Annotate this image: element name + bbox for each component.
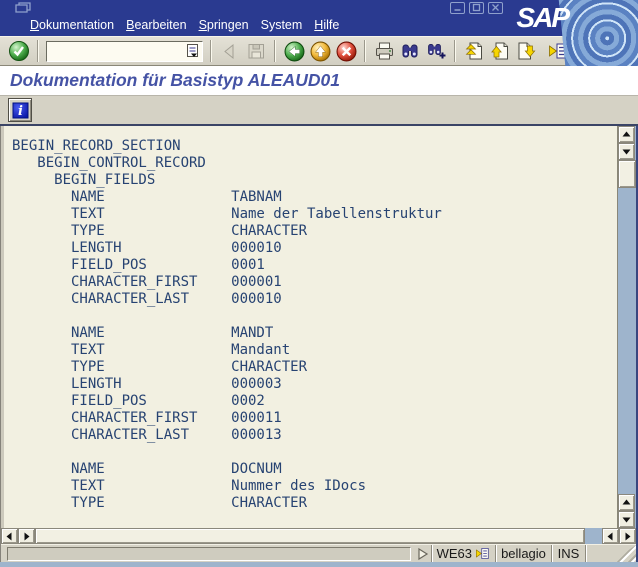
window-controls <box>450 1 503 14</box>
menu-hilfe[interactable]: Hilfe <box>308 16 345 34</box>
scroll-left-icon[interactable] <box>602 528 619 544</box>
menu-bar: Dokumentation Bearbeiten Springen System Hil… <box>0 15 638 36</box>
body-wrap: BEGIN_RECORD_SECTION BEGIN_CONTROL_RECOR… <box>0 126 638 562</box>
status-blank-cell <box>585 545 611 562</box>
toolbar-separator <box>37 40 39 62</box>
find-button[interactable] <box>397 38 423 64</box>
horizontal-scroll-track[interactable] <box>585 528 602 544</box>
svg-text:i: i <box>18 104 23 119</box>
document-viewer: BEGIN_RECORD_SECTION BEGIN_CONTROL_RECOR… <box>1 126 617 528</box>
scroll-up-icon[interactable] <box>618 494 635 511</box>
vertical-scroll-thumb[interactable] <box>618 160 636 188</box>
vertical-scroll-track[interactable] <box>618 188 636 494</box>
menu-bearbeiten[interactable]: Bearbeiten <box>120 16 192 34</box>
system-name: bellagio <box>501 546 546 561</box>
scroll-right-icon[interactable] <box>18 528 35 544</box>
status-system-cell: bellagio <box>495 545 551 562</box>
print-button[interactable] <box>371 38 397 64</box>
menu-system[interactable]: System <box>255 16 309 34</box>
save-disabled-icon <box>243 38 269 64</box>
toolbar-separator <box>274 40 276 62</box>
cancel-button[interactable] <box>333 38 359 64</box>
page-down-button[interactable] <box>513 38 539 64</box>
scroll-down-icon[interactable] <box>618 143 635 160</box>
screen-header: Dokumentation für Basistyp ALEAUD01 <box>0 66 638 96</box>
idoc-documentation-text: BEGIN_RECORD_SECTION BEGIN_CONTROL_RECOR… <box>12 138 442 511</box>
application-toolbar: i <box>0 96 638 126</box>
info-button[interactable]: i <box>8 98 32 122</box>
insert-mode: INS <box>557 546 580 561</box>
enter-button[interactable] <box>6 38 32 64</box>
first-page-button[interactable] <box>461 38 487 64</box>
vertical-scrollbar <box>617 126 636 528</box>
command-history-icon[interactable] <box>186 43 200 60</box>
command-input[interactable] <box>47 44 186 58</box>
sap-window: Dokumentation Bearbeiten Springen System Hil… <box>0 0 638 567</box>
find-next-button[interactable] <box>423 38 449 64</box>
status-bar: WE63 bellagio INS <box>1 544 636 562</box>
close-icon[interactable] <box>488 1 503 14</box>
menu-dokumentation[interactable]: Dokumentation <box>24 16 120 34</box>
minimize-icon[interactable] <box>450 1 465 14</box>
status-field-list-icon[interactable] <box>475 547 490 560</box>
command-field <box>46 40 203 62</box>
back-disabled-icon <box>217 38 243 64</box>
session-list-button[interactable] <box>545 38 571 64</box>
toolbar-separator <box>454 40 456 62</box>
toolbar-separator <box>210 40 212 62</box>
horizontal-scroll-thumb[interactable] <box>35 528 585 544</box>
exit-button[interactable] <box>307 38 333 64</box>
title-bar <box>0 0 638 15</box>
toolbar-separator <box>364 40 366 62</box>
scroll-down-icon[interactable] <box>618 511 635 528</box>
status-insert-mode-cell: INS <box>551 545 585 562</box>
resize-grip[interactable] <box>611 545 636 562</box>
scroll-up-icon[interactable] <box>618 126 635 143</box>
status-message-field[interactable] <box>7 546 411 561</box>
maximize-icon[interactable] <box>469 1 484 14</box>
menu-springen[interactable]: Springen <box>193 16 255 34</box>
transaction-code: WE63 <box>436 546 472 561</box>
horizontal-scrollbar <box>1 528 636 544</box>
message-expand-icon[interactable] <box>415 546 431 562</box>
system-toolbar <box>0 36 638 66</box>
scroll-left-icon[interactable] <box>1 528 18 544</box>
back-button[interactable] <box>281 38 307 64</box>
page-title: Dokumentation für Basistyp ALEAUD01 <box>10 70 340 90</box>
status-transaction-cell: WE63 <box>430 545 495 562</box>
page-up-button[interactable] <box>487 38 513 64</box>
content-row: BEGIN_RECORD_SECTION BEGIN_CONTROL_RECOR… <box>1 126 636 528</box>
scroll-right-icon[interactable] <box>619 528 636 544</box>
system-menu-icon[interactable] <box>14 1 34 14</box>
